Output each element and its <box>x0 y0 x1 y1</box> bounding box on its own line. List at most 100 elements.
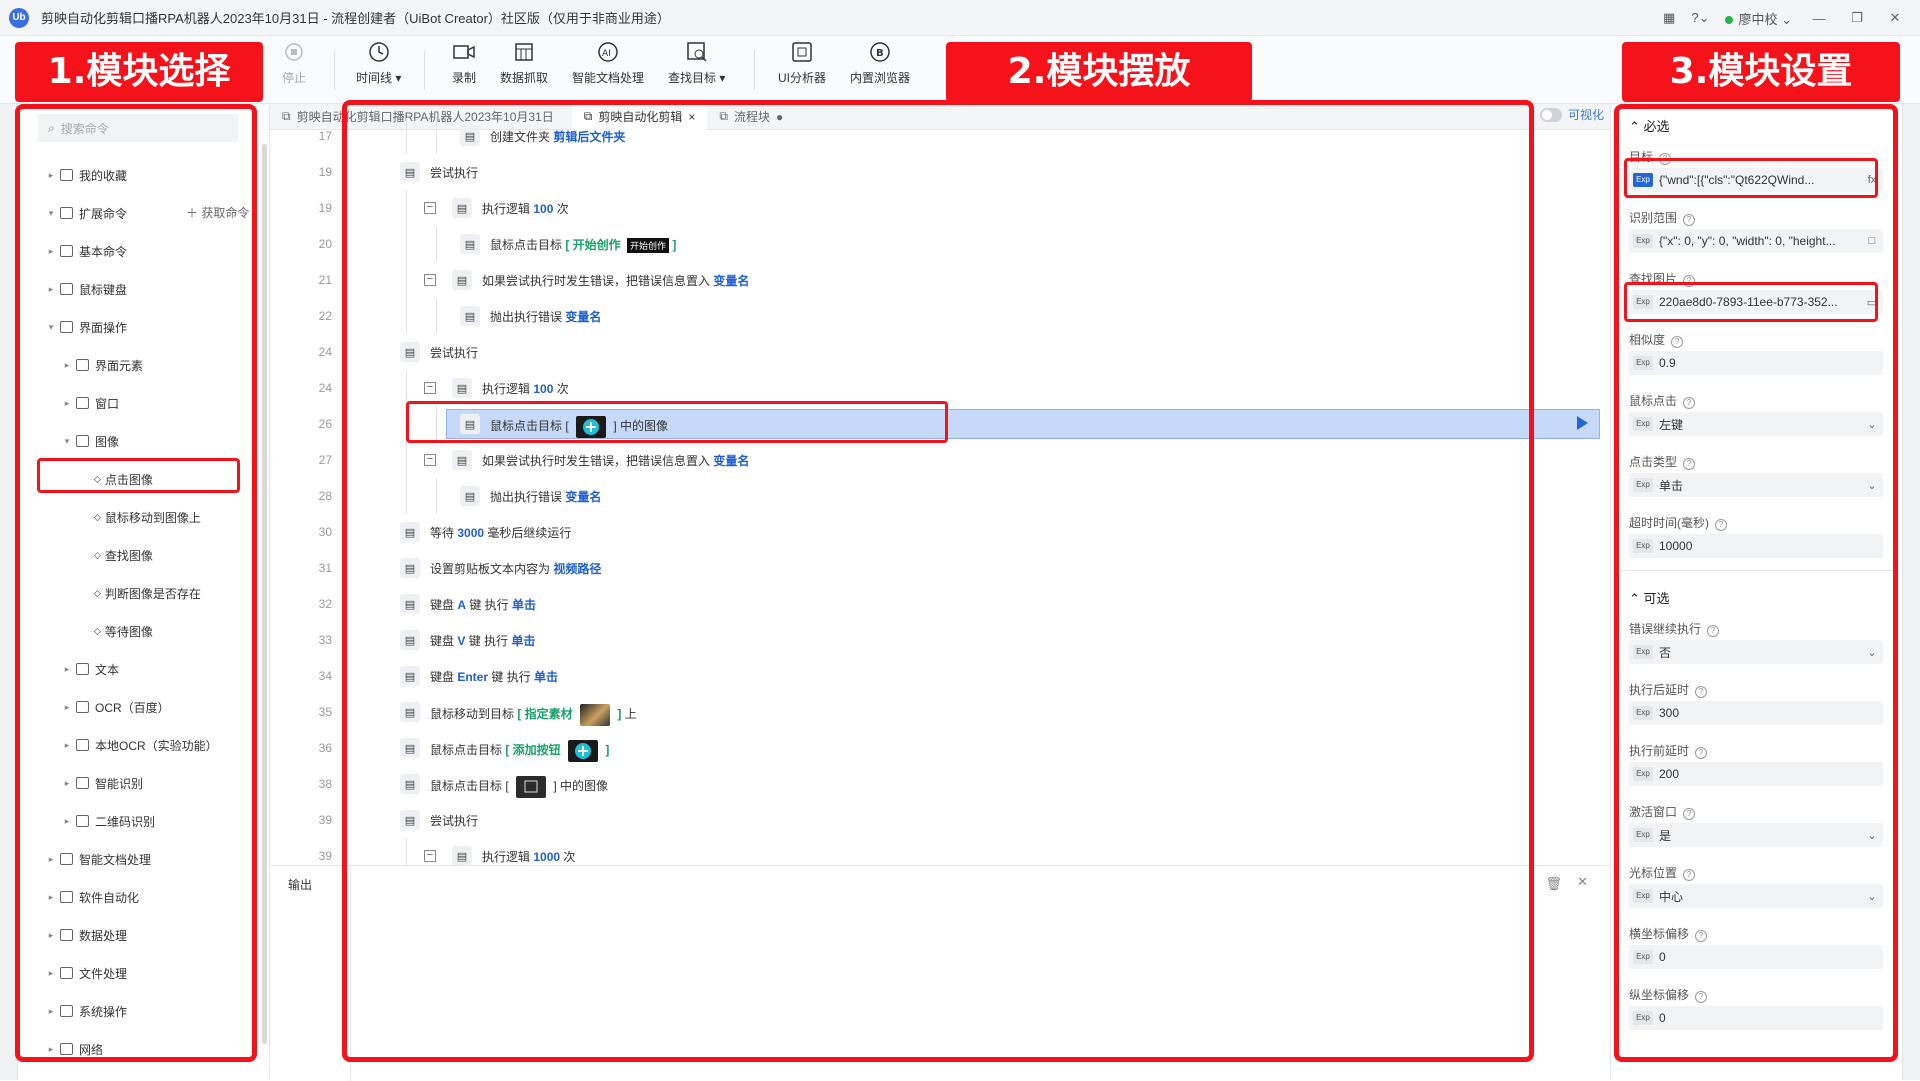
property-field[interactable]: Exp 否 ⌄ <box>1629 640 1883 664</box>
chevron-icon[interactable]: ▸ <box>44 854 58 865</box>
help-icon[interactable]: ? <box>1683 397 1696 409</box>
expression-toggle-icon[interactable]: Exp <box>1633 234 1653 248</box>
expression-toggle-icon[interactable]: Exp <box>1633 417 1653 431</box>
help-icon[interactable]: ? <box>1671 336 1684 348</box>
help-icon[interactable]: ?⌄ <box>1691 10 1709 26</box>
help-icon[interactable]: ? <box>1707 625 1720 637</box>
sidebar-item[interactable]: ▸ 数据处理 <box>18 916 268 954</box>
flow-row[interactable]: 22 ▤ 抛出执行错误 变量名 <box>270 298 1610 334</box>
sidebar-item[interactable]: ▸ 我的收藏 <box>18 156 268 194</box>
chevron-icon[interactable]: ▾ <box>44 322 58 333</box>
field-action-icon[interactable]: ⌄ <box>1861 418 1883 431</box>
field-action-icon[interactable]: ⌄ <box>1861 890 1883 903</box>
help-icon[interactable]: ? <box>1683 275 1696 287</box>
field-action-icon[interactable]: ▭ <box>1861 296 1883 309</box>
chevron-icon[interactable]: ▾ <box>60 436 74 447</box>
chevron-icon[interactable]: ▸ <box>60 702 74 713</box>
chevron-icon[interactable]: ▸ <box>60 816 74 827</box>
collapse-icon[interactable]: − <box>424 454 436 466</box>
property-field[interactable]: Exp 左键 ⌄ <box>1629 412 1883 436</box>
sidebar-scrollbar[interactable] <box>262 144 267 1044</box>
chevron-icon[interactable]: ▸ <box>60 360 74 371</box>
sidebar-item[interactable]: ▾ 图像 <box>18 422 268 460</box>
property-field[interactable]: Exp 200 <box>1629 762 1883 786</box>
props-section-title[interactable]: ⌃ 必选 <box>1629 116 1670 135</box>
flow-row[interactable]: 39 ▤ 尝试执行 <box>270 802 1610 838</box>
sidebar-item[interactable]: ◇ 等待图像 <box>18 612 268 650</box>
flow-row[interactable]: 31 ▤ 设置剪贴板文本内容为 视频路径 <box>270 550 1610 586</box>
expression-toggle-icon[interactable]: Exp <box>1633 950 1653 964</box>
sidebar-item[interactable]: ▸ 基本命令 <box>18 232 268 270</box>
sidebar-item[interactable]: ▸ 智能识别 <box>18 764 268 802</box>
help-icon[interactable]: ? <box>1683 214 1696 226</box>
help-icon[interactable]: ? <box>1715 519 1727 531</box>
help-icon[interactable]: ? <box>1695 747 1708 759</box>
property-field[interactable]: Exp 中心 ⌄ <box>1629 884 1883 908</box>
sidebar-item[interactable]: ◇ 判断图像是否存在 <box>18 574 268 612</box>
help-icon[interactable]: ? <box>1683 458 1696 470</box>
props-section-title[interactable]: ⌃ 可选 <box>1629 588 1670 607</box>
flow-row[interactable]: 19 ▤ 尝试执行 <box>270 154 1610 190</box>
sidebar-item[interactable]: ▸ 鼠标键盘 <box>18 270 268 308</box>
sidebar-item[interactable]: ▸ 窗口 <box>18 384 268 422</box>
property-field[interactable]: Exp 220ae8d0-7893-11ee-b773-352... ▭ <box>1629 290 1883 314</box>
close-icon[interactable]: ✕ <box>1884 10 1906 26</box>
flow-row[interactable]: 36 ▤ 鼠标点击目标 [ 添加按钮 ] <box>270 730 1610 766</box>
sidebar-item[interactable]: ▾ 界面操作 <box>18 308 268 346</box>
collapse-section-icon[interactable]: ⌃ <box>1629 591 1644 606</box>
expression-toggle-icon[interactable]: Exp <box>1633 767 1653 781</box>
run-row-icon[interactable] <box>1577 416 1588 430</box>
sidebar-item[interactable]: ▸ 二维码识别 <box>18 802 268 840</box>
collapse-icon[interactable]: − <box>424 382 436 394</box>
expression-toggle-icon[interactable]: Exp <box>1633 645 1653 659</box>
expression-toggle-icon[interactable]: Exp <box>1633 706 1653 720</box>
ui-analyzer-button[interactable]: UI分析器 <box>778 40 826 86</box>
expression-toggle-icon[interactable]: Exp <box>1633 1011 1653 1025</box>
sidebar-item[interactable]: ▸ 智能文档处理 <box>18 840 268 878</box>
search-input[interactable]: ⌕ 搜索命令 <box>38 114 238 142</box>
browser-button[interactable]: B 内置浏览器 <box>850 40 910 86</box>
help-icon[interactable]: ? <box>1683 808 1696 820</box>
flow-row[interactable]: 35 ▤ 鼠标移动到目标 [ 指定素材 ] 上 <box>270 694 1610 730</box>
property-field[interactable]: Exp 0 <box>1629 945 1883 969</box>
flow-row[interactable]: 32 ▤ 键盘 A 键 执行 单击 <box>270 586 1610 622</box>
collapse-icon[interactable]: − <box>424 274 436 286</box>
collapse-section-icon[interactable]: ⌃ <box>1629 119 1644 134</box>
user-menu[interactable]: 廖中校 ⌄ <box>1725 9 1792 28</box>
data-scrape-button[interactable]: 数据抓取 <box>500 40 548 86</box>
expression-toggle-icon[interactable]: Exp <box>1633 173 1653 187</box>
expression-toggle-icon[interactable]: Exp <box>1633 889 1653 903</box>
flow-row[interactable]: 28 ▤ 抛出执行错误 变量名 <box>270 478 1610 514</box>
chevron-icon[interactable]: ▸ <box>60 778 74 789</box>
sidebar-item[interactable]: ▸ 软件自动化 <box>18 878 268 916</box>
chevron-icon[interactable]: ▸ <box>44 284 58 295</box>
chevron-icon[interactable]: ▸ <box>44 1044 58 1055</box>
help-icon[interactable]: ? <box>1683 869 1696 881</box>
help-icon[interactable]: ? <box>1695 991 1708 1003</box>
sidebar-item[interactable]: ◇ 鼠标移动到图像上 <box>18 498 268 536</box>
property-field[interactable]: Exp 0 <box>1629 1006 1883 1030</box>
timeline-button[interactable]: 时间线 ▾ <box>356 40 401 86</box>
flow-row[interactable]: 33 ▤ 键盘 V 键 执行 单击 <box>270 622 1610 658</box>
flow-row[interactable]: 19 − ▤ 执行逻辑 100 次 <box>270 190 1610 226</box>
chevron-icon[interactable]: ▸ <box>44 1006 58 1017</box>
chevron-icon[interactable]: ▸ <box>44 170 58 181</box>
chevron-icon[interactable]: ▾ <box>44 208 58 219</box>
sidebar-item[interactable]: ▸ 系统操作 <box>18 992 268 1030</box>
restore-icon[interactable]: ❐ <box>1846 10 1868 26</box>
property-field[interactable]: Exp {"wnd":[{"cls":"Qt622QWind... fx <box>1629 168 1883 192</box>
chevron-icon[interactable]: ▸ <box>60 740 74 751</box>
property-field[interactable]: Exp 300 <box>1629 701 1883 725</box>
chevron-icon[interactable]: ▸ <box>44 968 58 979</box>
sidebar-item[interactable]: ▸ OCR（百度） <box>18 688 268 726</box>
chevron-icon[interactable]: ▸ <box>44 930 58 941</box>
close-output-icon[interactable]: ✕ <box>1577 874 1588 890</box>
field-action-icon[interactable]: ⌄ <box>1861 646 1883 659</box>
sidebar-item[interactable]: ◇ 查找图像 <box>18 536 268 574</box>
property-field[interactable]: Exp 10000 <box>1629 534 1883 558</box>
flow-row[interactable]: 17 ▤ 创建文件夹 剪辑后文件夹 <box>270 118 1610 154</box>
collapse-icon[interactable]: − <box>424 850 436 862</box>
flow-row[interactable]: 20 ▤ 鼠标点击目标 [ 开始创作 开始创作 ] <box>270 226 1610 262</box>
property-field[interactable]: Exp 0.9 <box>1629 351 1883 375</box>
chevron-icon[interactable]: ▸ <box>60 398 74 409</box>
